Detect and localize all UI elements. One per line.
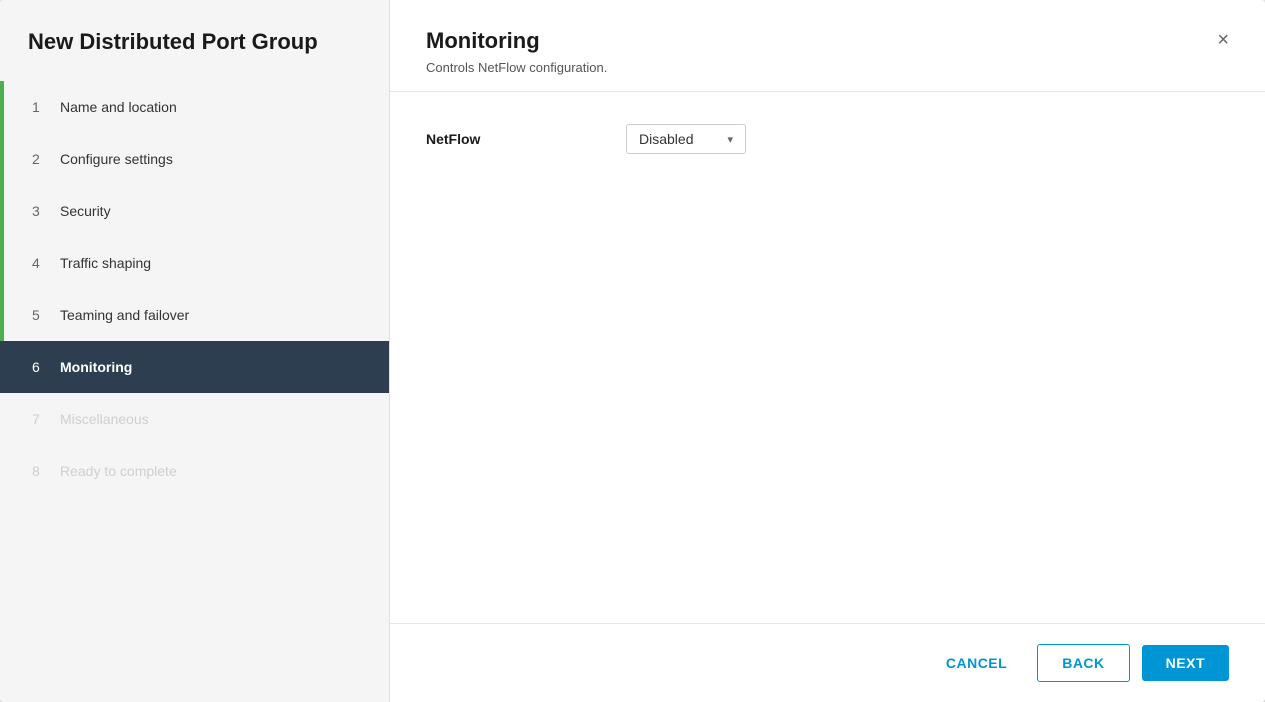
step-list: 1 Name and location 2 Configure settings 3 Se…: [0, 81, 389, 702]
panel-subtitle: Controls NetFlow configuration.: [426, 60, 607, 75]
step-number-6: 6: [32, 359, 48, 375]
step-label-8: Ready to complete: [60, 463, 177, 479]
step-label-5: Teaming and failover: [60, 307, 189, 323]
step-number-1: 1: [32, 99, 48, 115]
title-area: Monitoring Controls NetFlow configuratio…: [426, 28, 607, 75]
new-distributed-port-group-dialog: New Distributed Port Group 1 Name and loc…: [0, 0, 1265, 702]
sidebar-step-5[interactable]: 5 Teaming and failover: [0, 289, 389, 341]
cancel-button[interactable]: CANCEL: [928, 645, 1025, 681]
panel-title: Monitoring: [426, 28, 607, 54]
sidebar-step-2[interactable]: 2 Configure settings: [0, 133, 389, 185]
sidebar-step-4[interactable]: 4 Traffic shaping: [0, 237, 389, 289]
chevron-down-icon: ▾: [727, 133, 733, 146]
step-label-7: Miscellaneous: [60, 411, 149, 427]
main-panel: Monitoring Controls NetFlow configuratio…: [390, 0, 1265, 702]
next-button[interactable]: NEXT: [1142, 645, 1229, 681]
field-label-0: NetFlow: [426, 131, 626, 147]
sidebar-step-3[interactable]: 3 Security: [0, 185, 389, 237]
content-header: Monitoring Controls NetFlow configuratio…: [390, 0, 1265, 92]
footer: CANCEL BACK NEXT: [390, 623, 1265, 702]
netflow-value: Disabled: [639, 131, 693, 147]
field-row-0: NetFlow Disabled ▾: [426, 124, 1229, 154]
step-number-3: 3: [32, 203, 48, 219]
sidebar-step-7: 7 Miscellaneous: [0, 393, 389, 445]
close-button[interactable]: ×: [1217, 30, 1229, 50]
sidebar-step-1[interactable]: 1 Name and location: [0, 81, 389, 133]
step-number-2: 2: [32, 151, 48, 167]
content-body: NetFlow Disabled ▾: [390, 92, 1265, 623]
sidebar: New Distributed Port Group 1 Name and loc…: [0, 0, 390, 702]
sidebar-step-6[interactable]: 6 Monitoring: [0, 341, 389, 393]
field-control-0: Disabled ▾: [626, 124, 746, 154]
step-number-4: 4: [32, 255, 48, 271]
step-number-5: 5: [32, 307, 48, 323]
step-label-6: Monitoring: [60, 359, 132, 375]
step-label-4: Traffic shaping: [60, 255, 151, 271]
netflow-select[interactable]: Disabled ▾: [626, 124, 746, 154]
sidebar-step-8: 8 Ready to complete: [0, 445, 389, 497]
step-number-8: 8: [32, 463, 48, 479]
step-label-3: Security: [60, 203, 111, 219]
dialog-title: New Distributed Port Group: [0, 0, 389, 81]
step-number-7: 7: [32, 411, 48, 427]
step-label-2: Configure settings: [60, 151, 173, 167]
back-button[interactable]: BACK: [1037, 644, 1129, 682]
step-label-1: Name and location: [60, 99, 177, 115]
